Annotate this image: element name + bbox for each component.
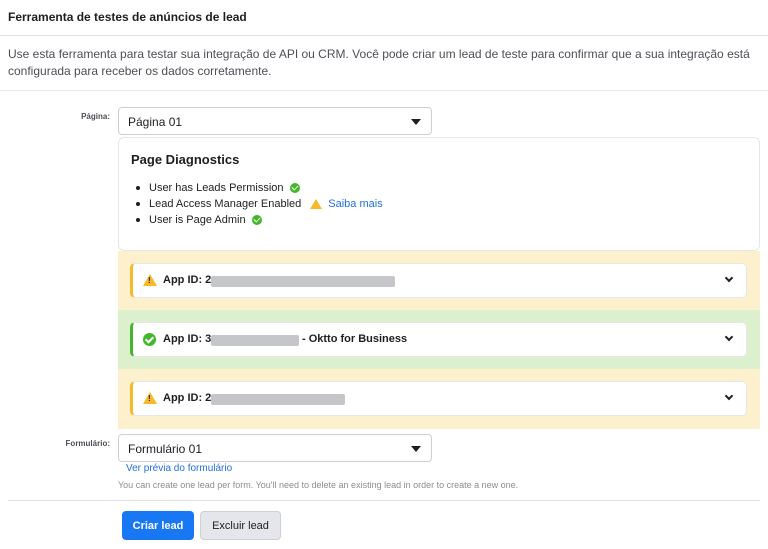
delete-lead-button[interactable]: Excluir lead — [200, 511, 281, 540]
app-status-band-warning: App ID: 2 — [118, 251, 760, 310]
check-circle-icon — [143, 333, 156, 346]
learn-more-link[interactable]: Saiba mais — [328, 196, 382, 212]
page-select-label: Página: — [81, 112, 110, 121]
tool-description: Use esta ferramenta para testar sua inte… — [8, 47, 750, 78]
app-id-label: App ID: 2 — [163, 392, 212, 404]
warning-icon — [310, 199, 323, 209]
one-lead-hint: You can create one lead per form. You'll… — [118, 480, 519, 490]
diagnostics-title: Page Diagnostics — [131, 152, 240, 167]
header: Ferramenta de testes de anúncios de lead — [0, 0, 768, 36]
form-select[interactable]: Formulário 01 — [118, 434, 432, 462]
form-select-value: Formulário 01 — [128, 442, 203, 456]
diagnostics-item-label: Lead Access Manager Enabled — [149, 198, 302, 210]
warning-icon — [143, 274, 157, 286]
app-card[interactable]: App ID: 3 - Oktto for Business — [130, 322, 747, 357]
page-title: Ferramenta de testes de anúncios de lead — [8, 10, 247, 24]
app-id-label: App ID: 3 — [163, 333, 212, 345]
divider — [8, 500, 760, 501]
check-circle-icon — [251, 215, 262, 225]
divider — [0, 90, 768, 91]
caret-down-icon — [411, 119, 421, 125]
redacted-app-id — [211, 394, 345, 405]
redacted-app-id — [211, 335, 299, 346]
create-lead-button[interactable]: Criar lead — [122, 511, 194, 540]
diagnostics-list: User has Leads Permission Lead Access Ma… — [136, 180, 383, 228]
lead-test-tool: Ferramenta de testes de anúncios de lead… — [0, 0, 768, 549]
app-card[interactable]: App ID: 2 — [130, 381, 747, 416]
diagnostics-item-label: User has Leads Permission — [149, 182, 284, 194]
app-status-band-ok: App ID: 3 - Oktto for Business — [118, 310, 760, 369]
diagnostics-item-label: User is Page Admin — [149, 214, 246, 226]
chevron-down-icon — [724, 273, 734, 283]
check-circle-icon — [289, 183, 300, 193]
page-select[interactable]: Página 01 — [118, 107, 432, 135]
app-id-label: App ID: 2 — [163, 274, 212, 286]
caret-down-icon — [411, 446, 421, 452]
warning-icon — [143, 392, 157, 404]
page-diagnostics-panel: Page Diagnostics User has Leads Permissi… — [118, 137, 760, 251]
app-card[interactable]: App ID: 2 — [130, 263, 747, 298]
diagnostics-item: Lead Access Manager Enabled Saiba mais — [136, 196, 383, 212]
form-preview-link[interactable]: Ver prévia do formulário — [126, 463, 232, 474]
form-select-label: Formulário: — [65, 439, 110, 448]
app-status-band-warning: App ID: 2 — [118, 369, 760, 429]
page-select-value: Página 01 — [128, 115, 183, 129]
diagnostics-item: User has Leads Permission — [136, 180, 383, 196]
redacted-app-id — [211, 276, 395, 287]
chevron-down-icon — [724, 332, 734, 342]
chevron-down-icon — [724, 391, 734, 401]
diagnostics-item: User is Page Admin — [136, 212, 383, 228]
app-name: - Oktto for Business — [302, 333, 408, 345]
